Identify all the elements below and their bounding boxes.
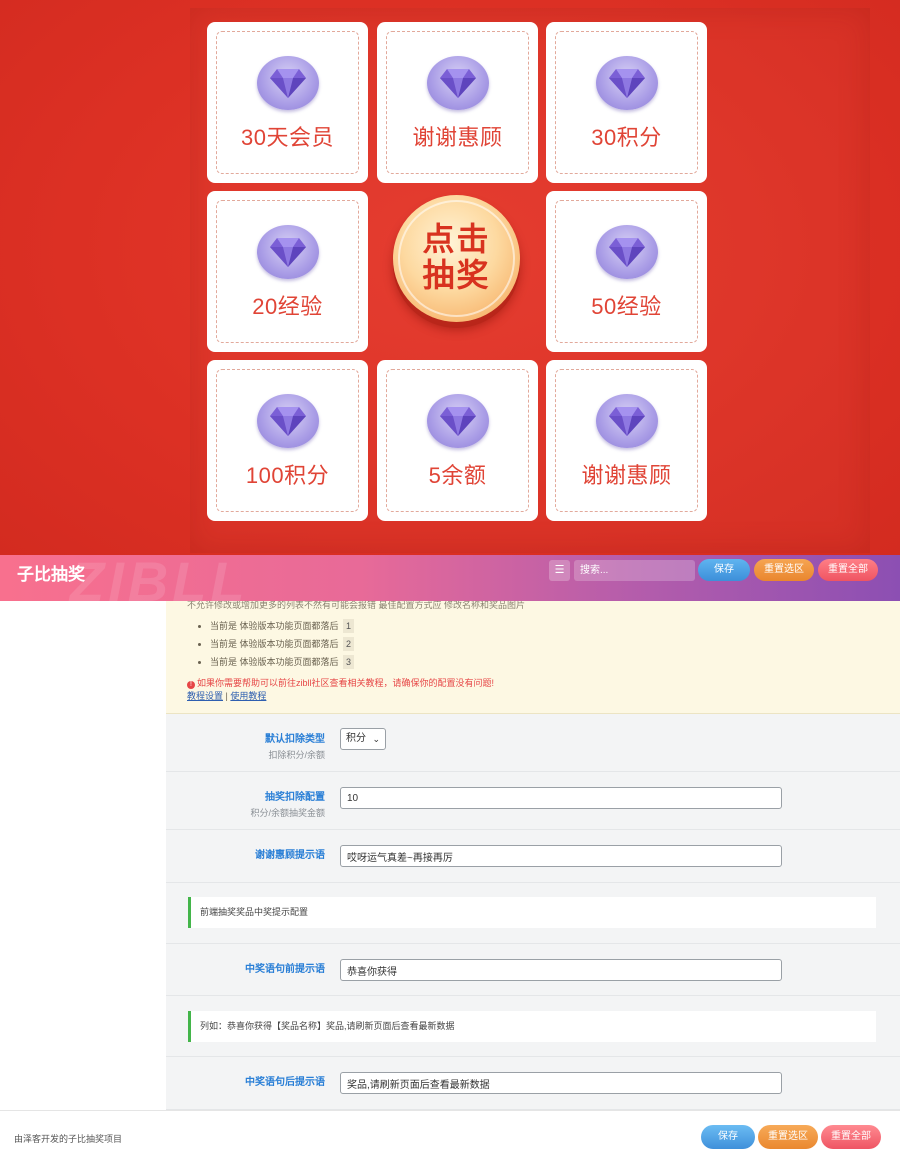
footer-reset-section-button[interactable]: 重置选区 [758, 1125, 818, 1149]
prize-cell: 50经验 [546, 191, 707, 352]
prize-cell: 谢谢惠顾 [377, 22, 538, 183]
thanks-tip-input[interactable] [340, 845, 782, 867]
list-item: 当前是 体验版本功能页面都落后 3 [210, 655, 355, 673]
prize-label: 谢谢惠顾 [412, 125, 503, 150]
prize-cell: 30积分 [546, 22, 707, 183]
example-text: 列如：恭喜你获得【奖品名称】奖品,请刷新页面后查看最新数据 [188, 1011, 876, 1042]
chevron-down-icon: ⌄ [372, 734, 380, 744]
field-desc: 积分/余额抽奖金额 [250, 808, 325, 818]
diamond-icon [595, 394, 658, 448]
diamond-icon [426, 394, 489, 448]
notice-box: 不允许修改或增加更多的列表不然有可能会报错 最佳配置方式应 修改名称和奖品图片 … [166, 594, 900, 714]
draw-button[interactable]: 点击 抽奖 [393, 195, 520, 322]
prize-label: 谢谢惠顾 [581, 463, 672, 488]
prize-cell: 5余额 [377, 360, 538, 521]
list-item: 当前是 体验版本功能页面都落后 2 [210, 637, 355, 655]
field-win-suffix: 中奖语句后提示语 [166, 1057, 900, 1110]
prize-cell: 20经验 [207, 191, 368, 352]
deduct-type-select[interactable]: 积分 ⌄ [340, 728, 386, 750]
tutorial-settings-link[interactable]: 教程设置 [187, 691, 223, 701]
page-title: 子比抽奖 [17, 565, 85, 584]
deduct-amount-input[interactable] [340, 787, 782, 809]
admin-footer: 由泽客开发的子比抽奖项目 保存 重置选区 重置全部 [0, 1110, 900, 1161]
save-button[interactable]: 保存 [698, 559, 750, 581]
list-icon[interactable]: ☰ [549, 560, 570, 581]
diamond-icon [426, 56, 489, 110]
diamond-icon [256, 56, 319, 110]
prize-label: 100积分 [245, 463, 330, 488]
prize-label: 30天会员 [241, 125, 334, 150]
item-number: 3 [343, 655, 355, 669]
win-suffix-input[interactable] [340, 1072, 782, 1094]
prize-cell: 30天会员 [207, 22, 368, 183]
usage-tutorial-link[interactable]: 使用教程 [230, 691, 266, 701]
field-label: 中奖语句前提示语 [245, 964, 325, 975]
field-label: 中奖语句后提示语 [245, 1077, 325, 1088]
draw-button-line1: 点击 [422, 221, 491, 257]
prize-label: 50经验 [591, 294, 662, 319]
footer-save-button[interactable]: 保存 [701, 1125, 755, 1149]
draw-button-line2: 抽奖 [422, 257, 491, 293]
section-title: 前端抽奖奖品中奖提示配置 [188, 897, 876, 928]
footer-credit: 由泽客开发的子比抽奖项目 [14, 1134, 123, 1144]
footer-reset-all-button[interactable]: 重置全部 [821, 1125, 881, 1149]
diamond-icon [256, 394, 319, 448]
search-input[interactable] [574, 560, 695, 581]
field-label: 默认扣除类型 [265, 734, 325, 745]
prize-cell: 100积分 [207, 360, 368, 521]
warning-icon: ! [187, 681, 195, 689]
prize-cell: 谢谢惠顾 [546, 360, 707, 521]
field-desc: 扣除积分/余额 [268, 750, 325, 760]
field-label: 谢谢惠顾提示语 [255, 850, 325, 861]
field-thanks-tip: 谢谢惠顾提示语 [166, 830, 900, 883]
prize-label: 20经验 [252, 294, 323, 319]
prize-label: 5余额 [428, 463, 487, 488]
list-item: 当前是 体验版本功能页面都落后 1 [210, 619, 355, 637]
diamond-icon [595, 225, 658, 279]
reset-section-button[interactable]: 重置选区 [754, 559, 814, 581]
win-prefix-input[interactable] [340, 959, 782, 981]
prize-label: 30积分 [591, 125, 662, 150]
field-deduct-type: 默认扣除类型 扣除积分/余额 积分 ⌄ [166, 714, 900, 772]
field-deduct-amount: 抽奖扣除配置 积分/余额抽奖金额 [166, 772, 900, 830]
item-number: 2 [343, 637, 355, 651]
field-win-prefix: 中奖语句前提示语 [166, 944, 900, 996]
sidebar [0, 601, 166, 1110]
lottery-board: 30天会员 谢谢惠顾 30积分 20经验 点击 抽奖 50经验 100积分 5余… [0, 0, 900, 555]
reset-all-button[interactable]: 重置全部 [818, 559, 878, 581]
field-label: 抽奖扣除配置 [265, 792, 325, 803]
item-number: 1 [343, 619, 355, 633]
admin-header: ZIBLL 子比抽奖 ☰ 保存 重置选区 重置全部 [0, 555, 900, 601]
notice-warning: ! 如果你需要帮助可以前往zibll社区查看相关教程，请确保你的配置没有问题! [187, 676, 494, 689]
notice-links: 教程设置 | 使用教程 [187, 691, 267, 701]
diamond-icon [595, 56, 658, 110]
header-watermark: ZIBLL [70, 555, 249, 601]
notice-list: 当前是 体验版本功能页面都落后 1 当前是 体验版本功能页面都落后 2 当前是 … [210, 619, 355, 673]
diamond-icon [256, 225, 319, 279]
